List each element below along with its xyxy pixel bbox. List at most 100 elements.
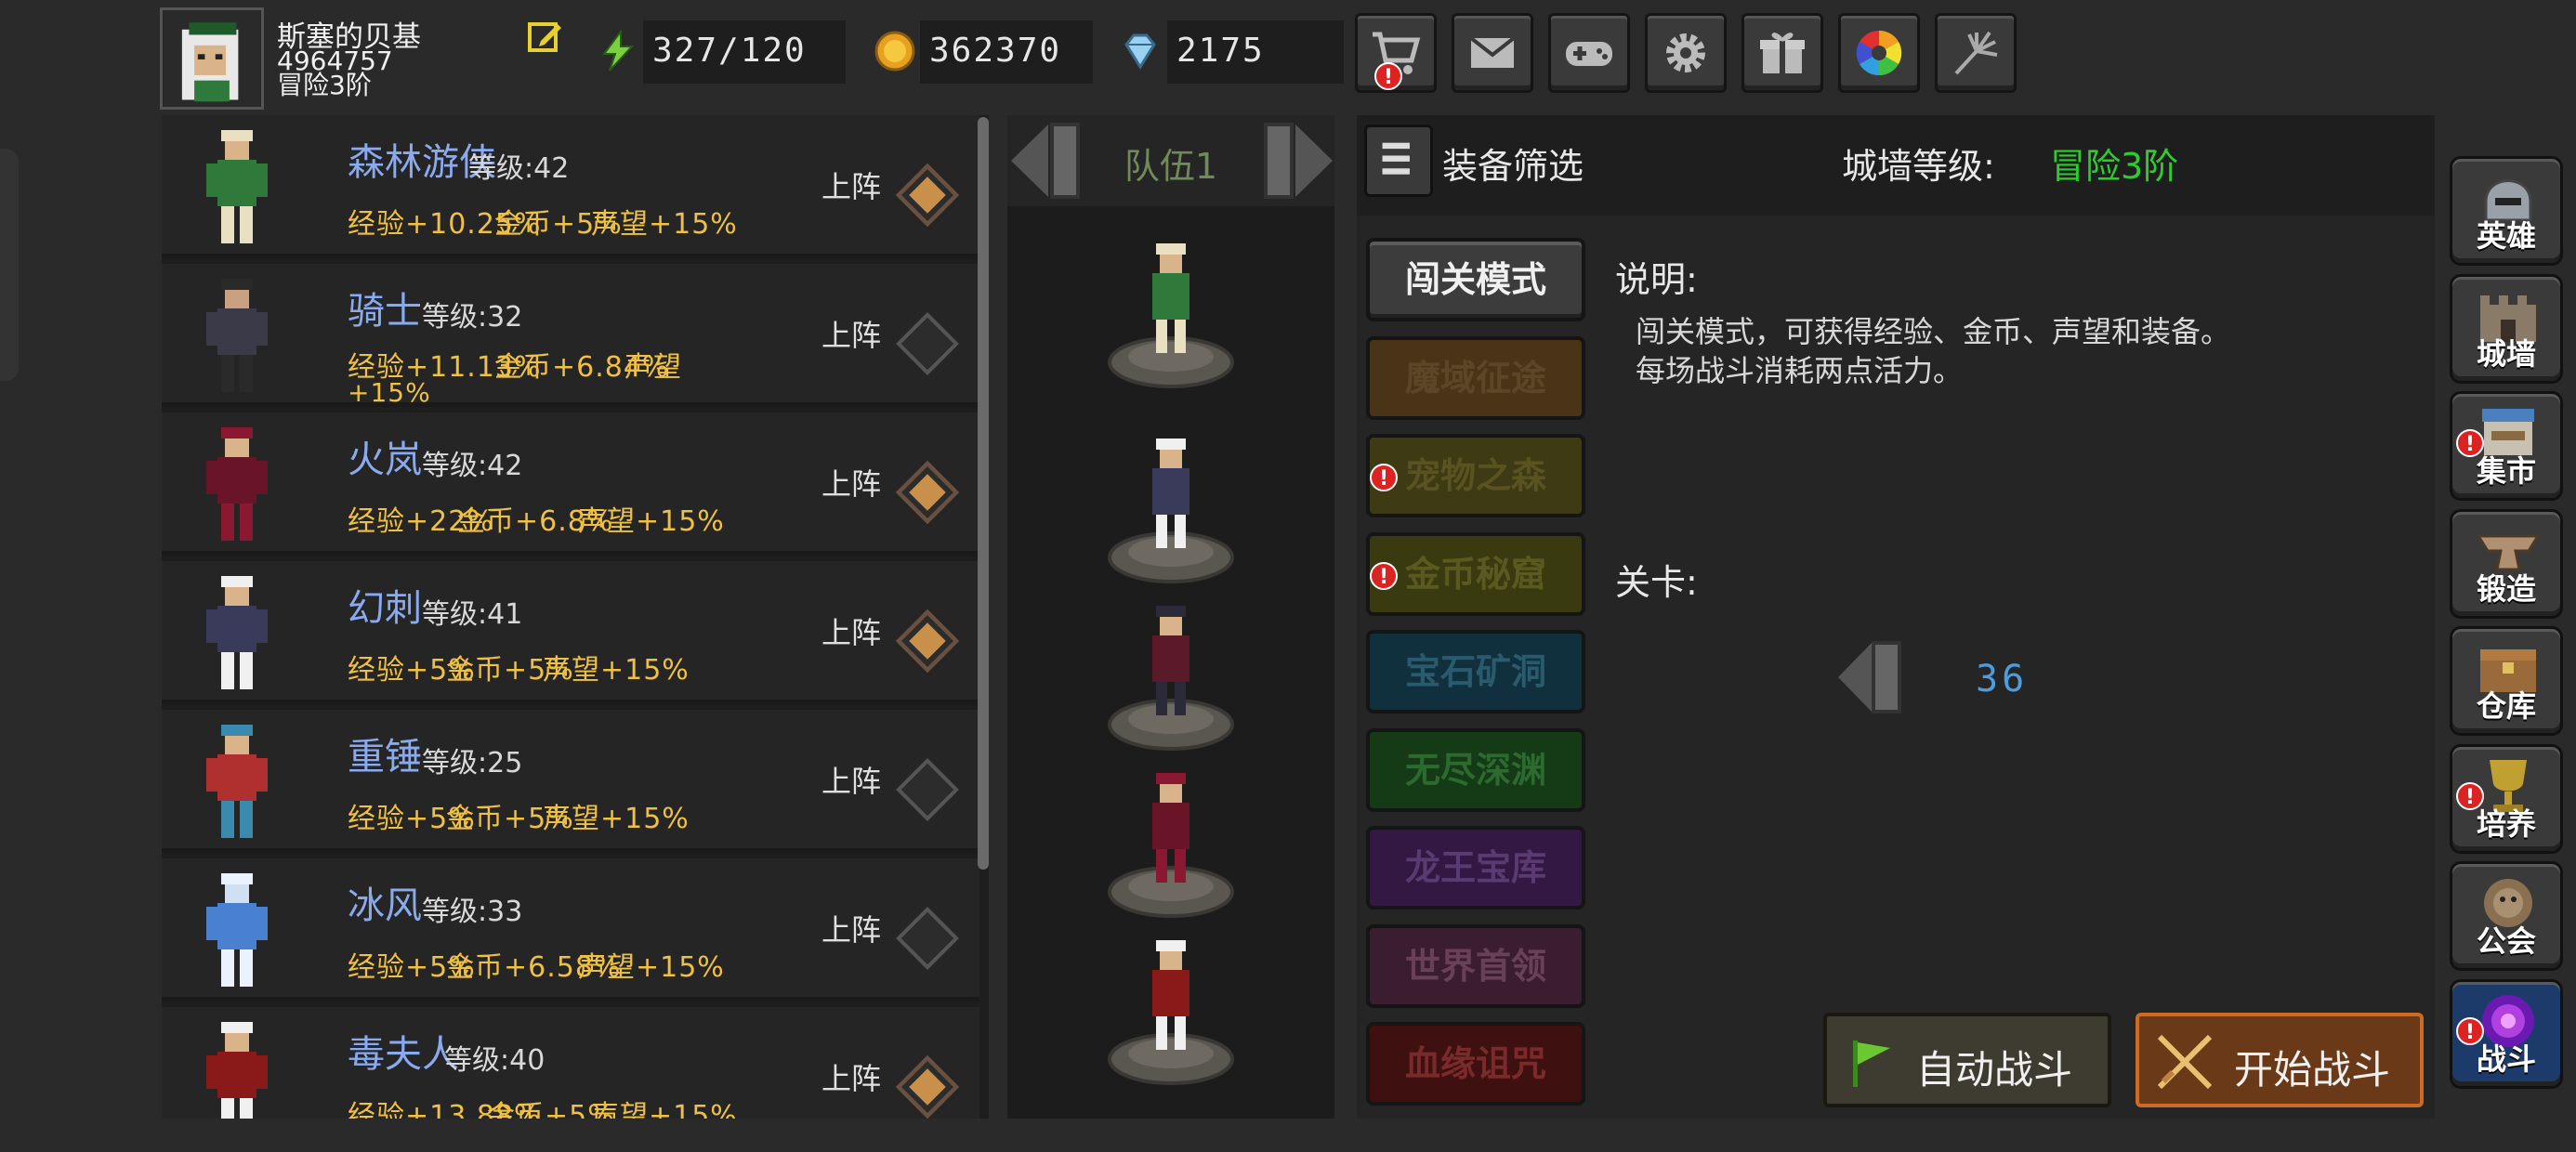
alert-badge: ! — [1370, 464, 1398, 491]
hero-sprite-icon — [206, 873, 268, 987]
team-slot[interactable] — [1106, 762, 1236, 920]
settings-button[interactable] — [1645, 13, 1727, 93]
sidebar-chest-button[interactable]: 仓库 — [2450, 626, 2563, 736]
team-next-button[interactable] — [1258, 117, 1336, 204]
hero-level: 等级:41 — [422, 598, 523, 631]
alert-badge: ! — [2456, 781, 2484, 810]
mode-label: 世界首领 — [1404, 945, 1546, 987]
deploy-toggle[interactable] — [896, 312, 959, 375]
gift-button[interactable] — [1741, 13, 1823, 93]
hero-level: 等级:32 — [422, 301, 523, 334]
deploy-toggle[interactable] — [896, 1055, 959, 1119]
mode-label: 金币秘窟 — [1404, 553, 1546, 595]
hero-bonus-extra: +15% — [348, 377, 431, 408]
pedestal-icon — [1108, 243, 1234, 388]
hero-level: 等级:42 — [468, 152, 570, 185]
sidebar-portal-button[interactable]: 战斗! — [2450, 978, 2563, 1089]
sidebar-label: 英雄 — [2476, 218, 2536, 254]
team-prev-button[interactable] — [1007, 117, 1085, 204]
mail-icon — [1469, 36, 1516, 68]
sidebar-market-button[interactable]: 集市! — [2450, 391, 2563, 501]
wall-level-value: 冒险3阶 — [2050, 146, 2179, 187]
hero-list[interactable]: 森林游侠 等级:42 经验+10.25% 金币+5% 声望+15% 上阵 骑士 等级:32 经… — [162, 115, 989, 1119]
mode-button[interactable]: 金币秘窟! — [1366, 531, 1585, 616]
gold-value: 362370 — [929, 32, 1062, 70]
hero-row[interactable]: 森林游侠 等级:42 经验+10.25% 金币+5% 声望+15% 上阵 — [162, 115, 979, 258]
start-battle-label: 开始战斗 — [2234, 1047, 2391, 1093]
deploy-toggle[interactable] — [896, 609, 959, 673]
deploy-label: 上阵 — [821, 169, 882, 204]
firework-icon — [1954, 31, 1998, 75]
mode-button[interactable]: 世界首领 — [1366, 923, 1585, 1008]
deploy-label: 上阵 — [821, 912, 882, 948]
sidebar-label: 公会 — [2476, 923, 2536, 959]
mode-button[interactable]: 血缘诅咒 — [1366, 1022, 1585, 1106]
gift-icon — [1760, 33, 1805, 73]
mode-label: 宝石矿洞 — [1404, 651, 1546, 692]
stage-prev-button[interactable] — [1836, 637, 1905, 717]
hero-name: 幻刺 — [348, 587, 422, 630]
sidebar-anvil-button[interactable]: 锻造 — [2450, 508, 2563, 619]
hero-row[interactable]: 冰风 等级:33 经验+5% 金币+6.58% 声望+15% 上阵 — [162, 858, 979, 1001]
energy-icon — [595, 28, 641, 74]
mail-button[interactable] — [1452, 13, 1533, 93]
energy-value: 327/120 — [652, 32, 807, 70]
pedestal-icon — [1108, 773, 1234, 918]
player-avatar[interactable] — [160, 7, 264, 110]
mode-button[interactable]: 龙王宝库 — [1366, 826, 1585, 910]
pedestal-icon — [1108, 940, 1234, 1085]
player-rank: 冒险3阶 — [277, 70, 372, 100]
mode-button[interactable]: 无尽深渊 — [1366, 727, 1585, 812]
hero-row[interactable]: 火岚 等级:42 经验+22% 金币+6.8% 声望+15% 上阵 — [162, 412, 979, 556]
mode-button[interactable]: 闯关模式 — [1366, 238, 1585, 321]
team-slot[interactable] — [1106, 595, 1236, 753]
description-line: 每场战斗消耗两点活力。 — [1636, 353, 1964, 388]
hero-name: 冰风 — [348, 884, 422, 927]
deploy-label: 上阵 — [821, 615, 882, 650]
hero-row[interactable]: 幻刺 等级:41 经验+5% 金币+5% 声望+15% 上阵 — [162, 561, 979, 704]
shop-button[interactable]: ! — [1355, 13, 1437, 93]
mode-button[interactable]: 宠物之森! — [1366, 434, 1585, 517]
deploy-toggle[interactable] — [896, 164, 959, 227]
sidebar-castle-button[interactable]: 城墙 — [2450, 273, 2563, 384]
hero-row[interactable]: 重锤 等级:25 经验+5% 金币+5% 声望+15% 上阵 — [162, 710, 979, 853]
team-slot[interactable] — [1106, 929, 1236, 1087]
color-wheel-button[interactable] — [1838, 13, 1920, 93]
edit-icon[interactable] — [526, 19, 563, 56]
hero-row[interactable]: 骑士 等级:32 经验+11.13% 金币+6.84% 声望 +15% 上阵 — [162, 264, 979, 408]
hero-level: 等级:42 — [422, 450, 523, 482]
menu-icon — [1382, 142, 1410, 175]
hero-list-scrollbar[interactable] — [978, 117, 989, 870]
alert-badge: ! — [1374, 62, 1402, 90]
equipment-filter-button[interactable] — [1364, 124, 1433, 197]
diamond-icon — [1117, 28, 1163, 74]
hero-level: 等级:33 — [422, 896, 523, 928]
hero-bonus: 声望+15% — [578, 505, 725, 538]
hero-name: 骑士 — [348, 290, 422, 333]
gamepad-icon — [1566, 42, 1612, 66]
mode-button[interactable]: 宝石矿洞 — [1366, 630, 1585, 713]
deploy-toggle[interactable] — [896, 461, 959, 524]
left-edge-handle — [0, 149, 19, 381]
hero-name: 重锤 — [348, 736, 422, 779]
start-battle-button[interactable]: 开始战斗 — [2136, 1013, 2424, 1107]
firework-button[interactable] — [1935, 13, 2017, 93]
deploy-toggle[interactable] — [896, 758, 959, 821]
hero-row[interactable]: 毒夫人 等级:40 经验+13.88% 金币+5% 声望+15% 上阵 — [162, 1007, 979, 1119]
gamepad-button[interactable] — [1548, 13, 1630, 93]
hero-level: 等级:25 — [422, 747, 523, 779]
wall-level-label: 城墙等级: — [1842, 146, 1995, 187]
deploy-label: 上阵 — [821, 318, 882, 353]
team-slot[interactable] — [1106, 232, 1236, 390]
team-slot[interactable] — [1106, 427, 1236, 585]
deploy-toggle[interactable] — [896, 907, 959, 970]
equipment-filter-label: 装备筛选 — [1442, 146, 1584, 187]
sidebar-trophy-button[interactable]: 培养! — [2450, 743, 2563, 854]
auto-battle-button[interactable]: 自动战斗 — [1823, 1013, 2111, 1107]
mode-button[interactable]: 魔域征途 — [1366, 335, 1585, 420]
crossed-swords-icon — [2157, 1034, 2213, 1090]
mode-label: 闯关模式 — [1404, 259, 1546, 300]
sidebar-guild-button[interactable]: 公会 — [2450, 861, 2563, 971]
sidebar-helmet-button[interactable]: 英雄 — [2450, 156, 2563, 266]
hero-level: 等级:40 — [444, 1044, 545, 1077]
